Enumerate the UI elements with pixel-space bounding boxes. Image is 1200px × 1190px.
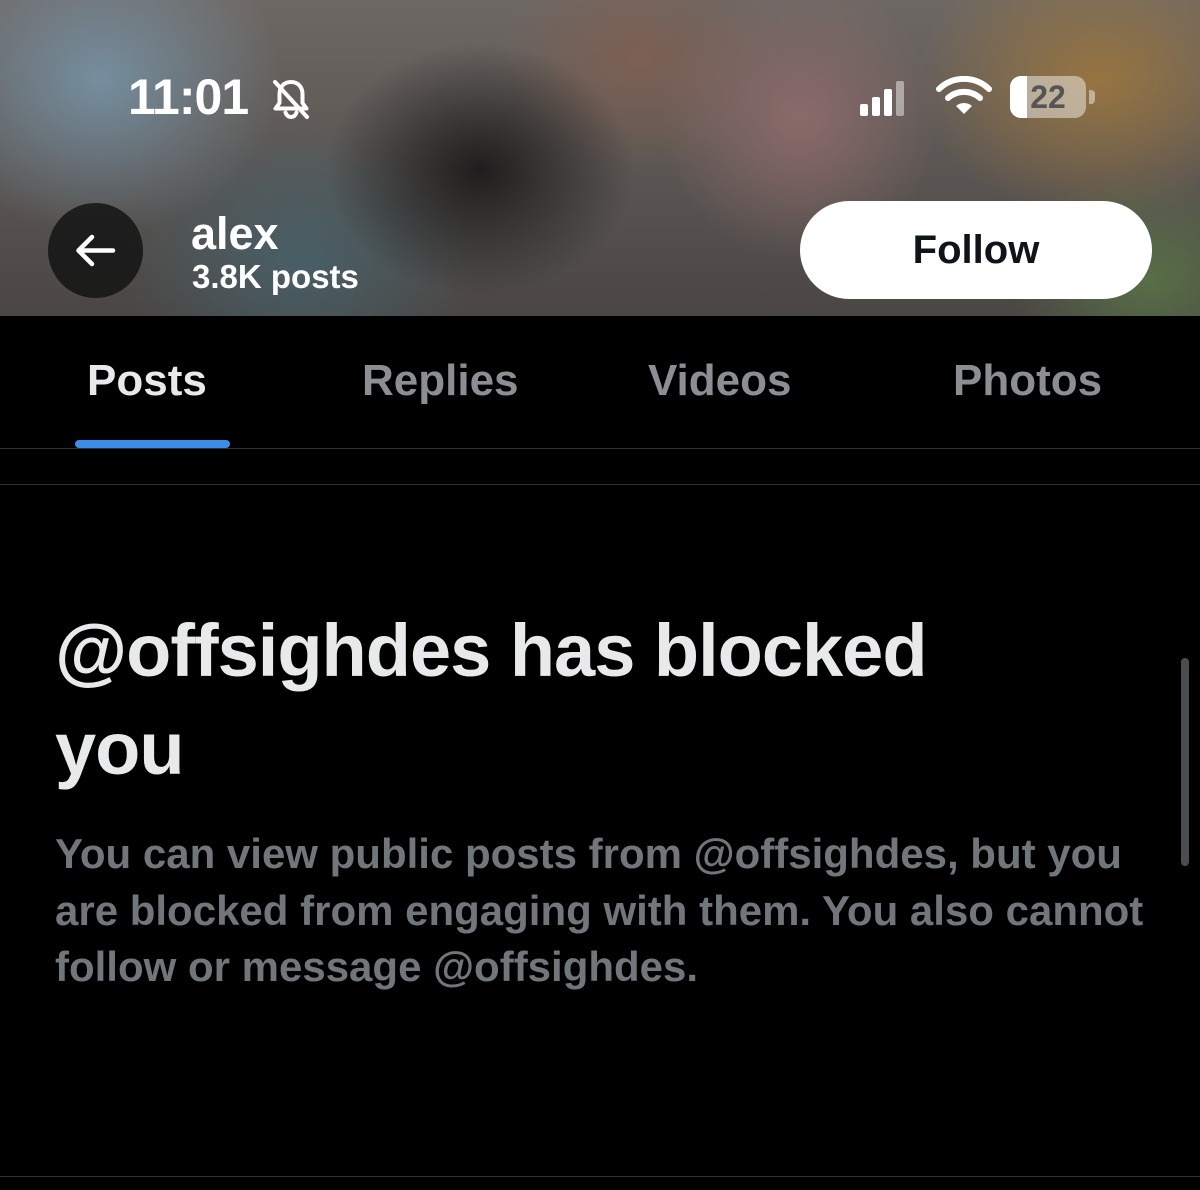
tab-photos[interactable]: Photos bbox=[953, 356, 1102, 406]
blocked-title: @offsighdes has blocked you bbox=[55, 609, 928, 790]
bell-slash-icon bbox=[273, 80, 309, 120]
active-tab-indicator bbox=[75, 440, 230, 448]
status-time: 11:01 bbox=[128, 69, 249, 125]
wifi-icon bbox=[936, 76, 992, 114]
status-bar: 11:01 22 bbox=[0, 0, 1200, 190]
follow-button[interactable]: Follow bbox=[800, 201, 1152, 299]
profile-tabs: Posts Replies Videos Photos bbox=[0, 316, 1200, 449]
battery-level: 22 bbox=[1030, 79, 1066, 115]
tab-videos[interactable]: Videos bbox=[648, 356, 791, 406]
tab-posts[interactable]: Posts bbox=[87, 356, 207, 406]
profile-name: alex bbox=[191, 208, 279, 259]
battery-icon: 22 bbox=[1010, 76, 1096, 118]
back-button[interactable] bbox=[48, 203, 143, 298]
bottom-divider bbox=[0, 1176, 1200, 1177]
scrollbar[interactable] bbox=[1181, 658, 1189, 866]
cellular-signal-icon bbox=[860, 81, 904, 116]
post-count: 3.8K posts bbox=[192, 258, 359, 295]
arrow-left-icon bbox=[76, 234, 116, 267]
blocked-message: You can view public posts from @offsighd… bbox=[55, 830, 1144, 990]
profile-header: 11:01 22 alex 3.8K posts Follow bbox=[0, 0, 1200, 316]
tab-replies[interactable]: Replies bbox=[362, 356, 519, 406]
section-divider bbox=[0, 484, 1200, 485]
